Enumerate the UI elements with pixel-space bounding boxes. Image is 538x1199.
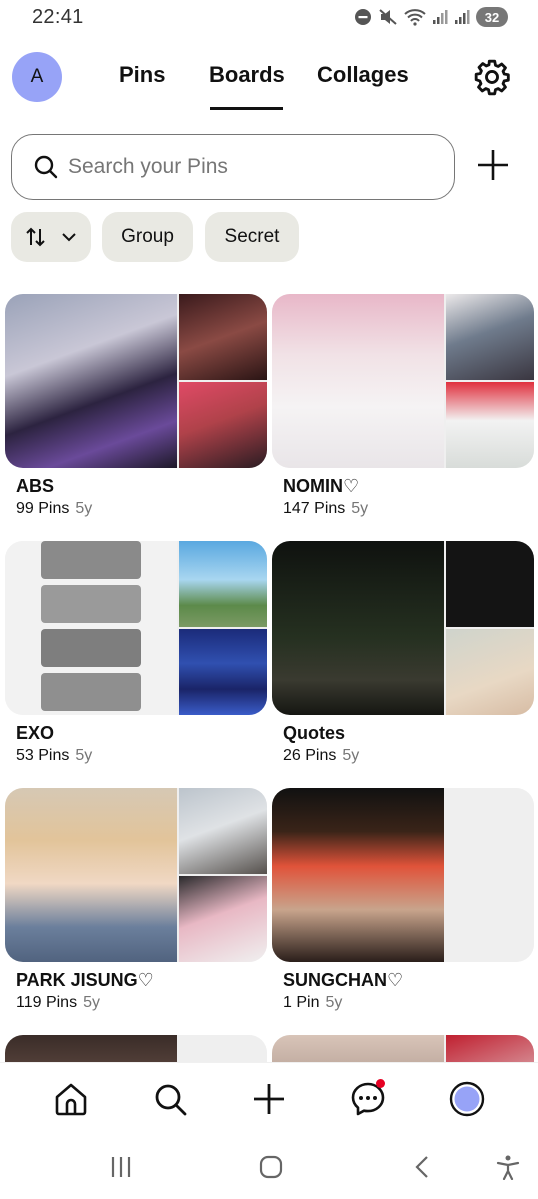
- chevron-down-icon: [62, 233, 76, 242]
- signal-icon: [433, 10, 448, 24]
- add-icon[interactable]: [476, 148, 510, 182]
- profile-icon[interactable]: [449, 1081, 485, 1117]
- tab-pins[interactable]: Pins: [119, 62, 165, 88]
- board-pin-count: 147 Pins: [283, 500, 346, 517]
- board-meta: 1 Pin 5y: [283, 994, 342, 1012]
- board-cover-thumb-image: [446, 541, 534, 627]
- notification-dot: [376, 1079, 385, 1088]
- signal-icon-2: [455, 10, 470, 24]
- board-pin-count: 119 Pins: [16, 994, 78, 1011]
- board-cover-main-image: [5, 294, 177, 468]
- board-age: 5y: [325, 994, 343, 1011]
- search-icon: [34, 155, 58, 179]
- wifi-icon: [404, 9, 426, 26]
- sort-icon: [26, 227, 45, 247]
- board-cover-thumb-image: [179, 541, 267, 627]
- settings-gear-icon[interactable]: [473, 58, 511, 96]
- search-input[interactable]: Search your Pins: [11, 134, 455, 200]
- board-title: EXO: [16, 723, 55, 743]
- board-meta: 147 Pins 5y: [283, 500, 368, 518]
- board-cover-thumb-image: [179, 788, 267, 874]
- tab-collages[interactable]: Collages: [317, 62, 409, 88]
- board-age: 5y: [75, 500, 93, 517]
- board-cover-thumb-image: [446, 382, 534, 468]
- active-tab-indicator: [210, 107, 283, 110]
- board-cover[interactable]: [5, 541, 267, 715]
- recent-apps-icon[interactable]: [108, 1154, 134, 1180]
- board-cover[interactable]: [5, 294, 267, 468]
- board-cover-thumb-image: [446, 876, 534, 962]
- board-cover[interactable]: [5, 788, 267, 962]
- board-meta: 119 Pins 5y: [16, 994, 100, 1012]
- board-meta: 26 Pins 5y: [283, 747, 359, 765]
- status-time: 22:41: [32, 6, 84, 28]
- board-cover[interactable]: [272, 294, 534, 468]
- board-age: 5y: [83, 994, 100, 1011]
- board-cover-thumb-image: [446, 629, 534, 715]
- board-cover-thumb-image: [446, 294, 534, 380]
- board-cover-thumb-image: [179, 382, 267, 468]
- home-icon[interactable]: [53, 1081, 89, 1117]
- create-icon[interactable]: [251, 1081, 287, 1117]
- mute-icon: [379, 9, 397, 25]
- board-meta: 53 Pins 5y: [16, 747, 92, 765]
- board-cover-thumb-image: [179, 876, 267, 962]
- board-cover[interactable]: [272, 788, 534, 962]
- search-placeholder: Search your Pins: [68, 155, 228, 178]
- board-cover-main-image: [272, 294, 444, 468]
- board-cover-main-image: [5, 541, 177, 715]
- board-cover-main-image: [272, 541, 444, 715]
- tab-boards[interactable]: Boards: [209, 62, 285, 88]
- board-cover-thumb-image: [179, 294, 267, 380]
- board-title: Quotes: [283, 723, 346, 743]
- sort-button[interactable]: [11, 212, 91, 262]
- board-age: 5y: [75, 747, 93, 764]
- board-title: ABS: [16, 476, 55, 496]
- board-pin-count: 53 Pins: [16, 747, 70, 764]
- bottom-nav: [0, 1062, 538, 1136]
- board-pin-count: 26 Pins: [283, 747, 337, 764]
- dnd-icon: [355, 9, 371, 25]
- back-icon[interactable]: [410, 1154, 436, 1180]
- status-icons: 32: [354, 7, 508, 27]
- top-nav: A Pins Boards Collages: [0, 40, 538, 120]
- board-title: NOMIN♡: [283, 476, 360, 496]
- board-meta: 99 Pins 5y: [16, 500, 92, 518]
- board-cover-thumb-image: [446, 788, 534, 874]
- filter-secret-chip[interactable]: Secret: [205, 212, 299, 262]
- search-icon[interactable]: [152, 1081, 188, 1117]
- messages-button[interactable]: [350, 1079, 386, 1117]
- board-age: 5y: [342, 747, 360, 764]
- board-cover-thumb-image: [179, 629, 267, 715]
- board-title: PARK JISUNG♡: [16, 970, 154, 990]
- board-cover[interactable]: [272, 541, 534, 715]
- home-button-icon[interactable]: [258, 1154, 284, 1180]
- board-pin-count: 1 Pin: [283, 994, 320, 1011]
- profile-avatar[interactable]: A: [12, 52, 62, 102]
- board-age: 5y: [351, 500, 369, 517]
- board-title: SUNGCHAN♡: [283, 970, 404, 990]
- board-pin-count: 99 Pins: [16, 500, 70, 517]
- status-bar: 22:41 32: [0, 0, 538, 36]
- board-cover-main-image: [272, 788, 444, 962]
- battery-indicator: 32: [476, 7, 508, 27]
- accessibility-icon[interactable]: [495, 1154, 521, 1180]
- board-cover-main-image: [5, 788, 177, 962]
- system-nav-bar: [0, 1136, 538, 1199]
- filter-group-chip[interactable]: Group: [102, 212, 193, 262]
